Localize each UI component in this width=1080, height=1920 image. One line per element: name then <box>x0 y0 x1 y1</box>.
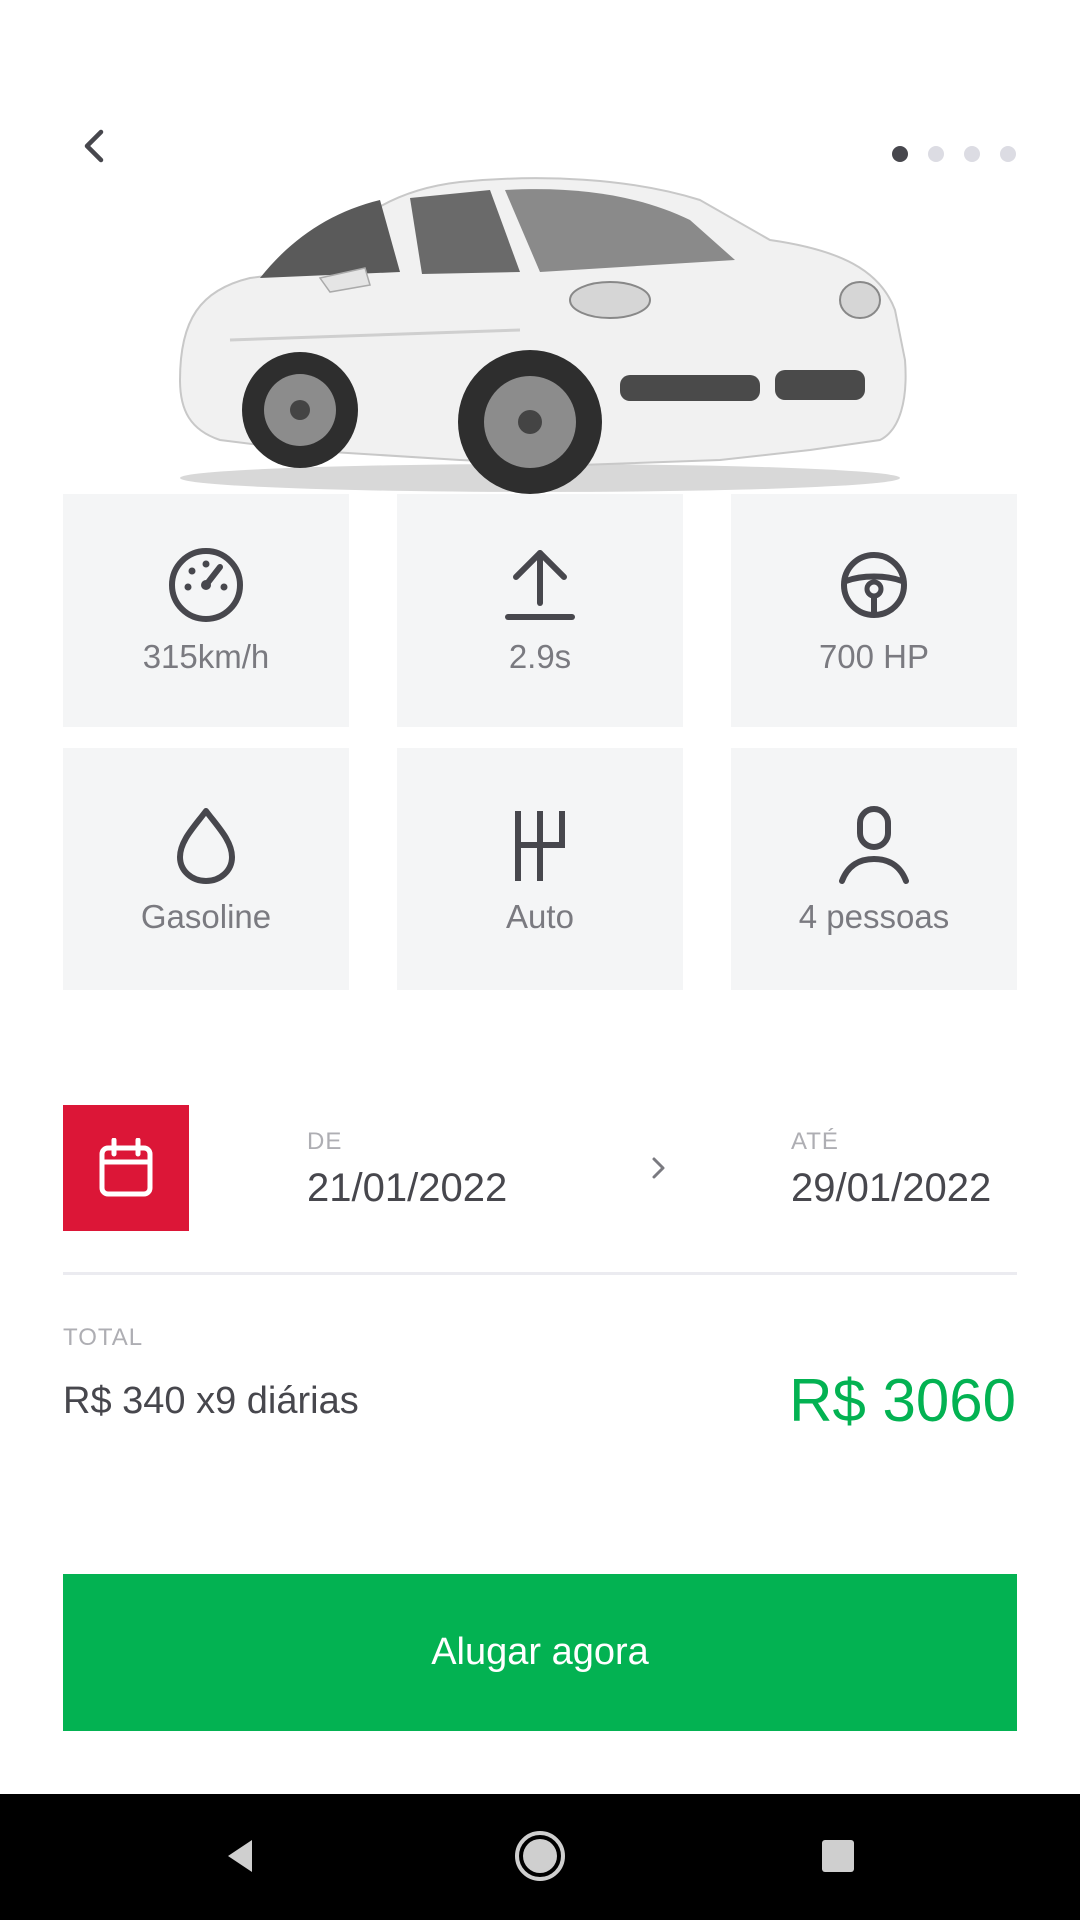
calendar-icon <box>99 1138 153 1197</box>
end-date-label: ATÉ <box>791 1128 839 1155</box>
spec-label: 2.9s <box>508 638 572 675</box>
nav-recents-button[interactable] <box>806 1824 870 1888</box>
start-date-value[interactable]: 21/01/2022 <box>307 1166 507 1211</box>
spec-card-capacity: 4 pessoas <box>731 748 1017 990</box>
calendar-button[interactable] <box>63 1105 189 1231</box>
spec-label: 4 pessoas <box>798 898 950 935</box>
rent-now-button[interactable]: Alugar agora <box>63 1574 1017 1731</box>
chevron-left-icon <box>84 129 104 163</box>
circle-home-icon <box>515 1831 565 1881</box>
carousel-dot-3[interactable] <box>964 146 980 162</box>
spec-card-acceleration: 2.9s <box>397 494 683 727</box>
total-description: R$ 340 x9 diárias <box>63 1380 359 1422</box>
nav-home-button[interactable] <box>508 1824 572 1888</box>
acceleration-icon <box>495 540 585 630</box>
spec-card-max-speed: 315km/h <box>63 494 349 727</box>
gear-shift-icon <box>495 800 585 890</box>
divider <box>63 1272 1017 1275</box>
end-date-value[interactable]: 29/01/2022 <box>791 1166 991 1211</box>
start-date-label: DE <box>307 1128 343 1155</box>
person-icon <box>829 800 919 890</box>
square-recents-icon <box>822 1840 854 1872</box>
car-image <box>160 160 920 500</box>
carousel-dot-2[interactable] <box>928 146 944 162</box>
spec-card-transmission: Auto <box>397 748 683 990</box>
system-navigation-bar <box>0 1794 1080 1920</box>
back-button[interactable] <box>66 118 122 174</box>
carousel-dot-4[interactable] <box>1000 146 1016 162</box>
spec-label: 700 HP <box>818 638 930 675</box>
spec-label: Auto <box>506 898 574 935</box>
nav-back-button[interactable] <box>208 1824 272 1888</box>
spec-card-horsepower: 700 HP <box>731 494 1017 727</box>
spec-label: Gasoline <box>140 898 272 935</box>
triangle-back-icon <box>228 1840 252 1872</box>
chevron-right-icon <box>651 1156 667 1185</box>
spec-label: 315km/h <box>142 638 270 675</box>
steering-wheel-icon <box>829 540 919 630</box>
total-label: TOTAL <box>63 1324 144 1351</box>
fuel-drop-icon <box>161 800 251 890</box>
spec-card-fuel: Gasoline <box>63 748 349 990</box>
total-price: R$ 3060 <box>789 1367 1016 1434</box>
speedometer-icon <box>161 540 251 630</box>
